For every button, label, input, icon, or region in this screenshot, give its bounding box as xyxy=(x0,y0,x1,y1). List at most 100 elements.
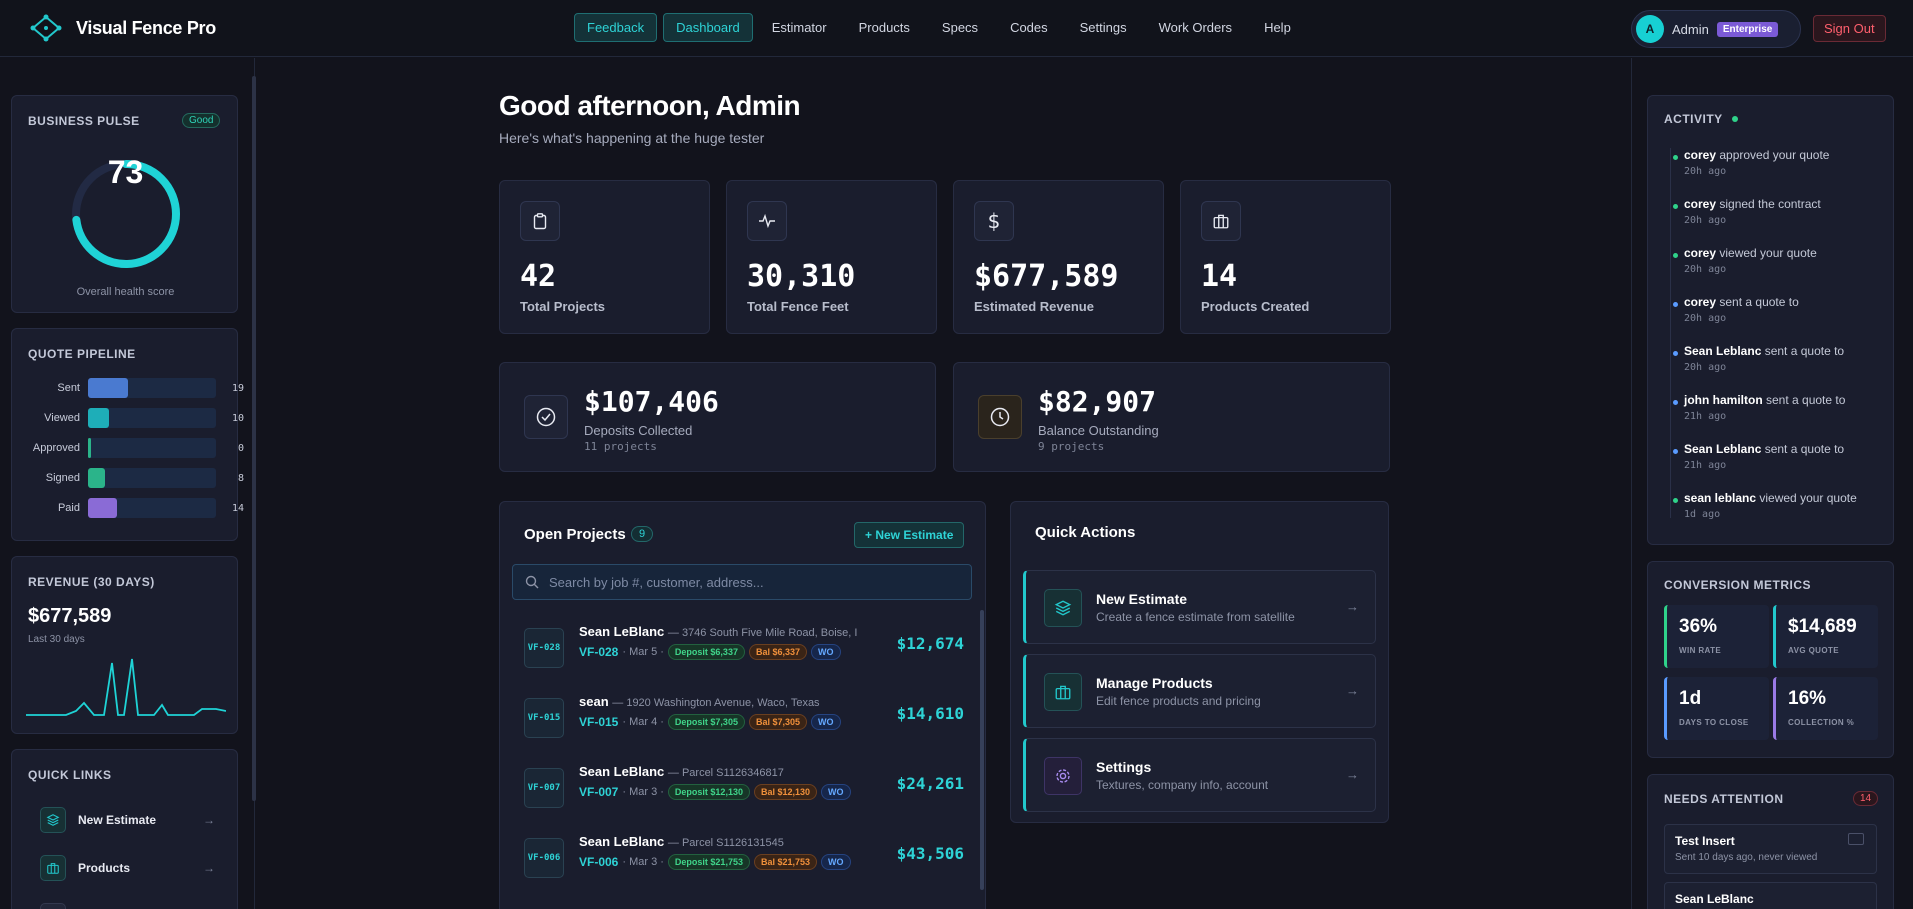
pipeline-row-paid: Paid 14 xyxy=(24,493,244,523)
project-row[interactable]: VF-015 sean — 1920 Washington Avenue, Wa… xyxy=(524,692,964,752)
pipeline-value: 0 xyxy=(237,442,244,454)
quick-action-manage-products[interactable]: Manage Products Edit fence products and … xyxy=(1023,654,1376,728)
briefcase-icon xyxy=(1201,201,1241,241)
attention-item[interactable]: Test Insert Sent 10 days ago, never view… xyxy=(1664,824,1877,874)
project-customer: sean — 1920 Washington Avenue, Waco, Tex… xyxy=(579,694,820,709)
metric-collection: 16% COLLECTION % xyxy=(1773,677,1878,740)
project-code[interactable]: VF-007 xyxy=(579,785,618,799)
pipeline-bar-track xyxy=(88,468,216,488)
quick-link-label: New Estimate xyxy=(78,813,157,827)
quick-link-products[interactable]: Products → xyxy=(12,844,239,892)
pipeline-value: 10 xyxy=(231,412,244,424)
arrow-right-icon: → xyxy=(1346,767,1359,782)
briefcase-icon xyxy=(40,855,66,881)
project-row[interactable]: VF-028 Sean LeBlanc — 3746 South Five Mi… xyxy=(524,622,964,682)
activity-actor: corey xyxy=(1684,197,1717,211)
project-code[interactable]: VF-015 xyxy=(579,715,618,729)
project-code[interactable]: VF-006 xyxy=(579,855,618,869)
activity-action: approved your quote xyxy=(1716,148,1830,162)
project-address: — 1920 Washington Avenue, Waco, Texas xyxy=(612,697,820,709)
customer-name: Sean LeBlanc xyxy=(579,764,665,779)
quick-links-list: New Estimate → Products → xyxy=(12,796,239,909)
arrow-right-icon: → xyxy=(203,813,215,827)
quick-link-new-estimate[interactable]: New Estimate → xyxy=(12,796,239,844)
copy-icon[interactable] xyxy=(1848,833,1864,845)
project-date: · Mar 5 · xyxy=(622,646,664,658)
pipeline-title: QUOTE PIPELINE xyxy=(28,347,136,361)
metric-label: COLLECTION % xyxy=(1788,718,1855,727)
stat-label: Estimated Revenue xyxy=(974,299,1094,314)
work-order-badge[interactable]: WO xyxy=(821,784,851,800)
nav-dashboard[interactable]: Dashboard xyxy=(663,13,753,42)
project-meta: VF-015 · Mar 4 · Deposit $7,305 Bal $7,3… xyxy=(579,714,841,730)
arrow-right-icon: → xyxy=(203,861,215,875)
activity-text: sean leblanc viewed your quote xyxy=(1684,491,1857,505)
left-scrollbar[interactable] xyxy=(252,76,256,801)
stat-products-created: 14 Products Created xyxy=(1180,180,1391,334)
main-nav: Feedback Dashboard Estimator Products Sp… xyxy=(574,13,1304,42)
business-pulse-title: BUSINESS PULSE xyxy=(28,114,140,128)
project-row[interactable]: VF-007 Sean LeBlanc — Parcel S1126346817… xyxy=(524,762,964,822)
projects-scrollbar[interactable] xyxy=(980,610,984,890)
activity-time: 20h ago xyxy=(1684,215,1727,226)
nav-specs[interactable]: Specs xyxy=(929,13,991,42)
stat-label: Products Created xyxy=(1201,299,1310,314)
nav-settings[interactable]: Settings xyxy=(1067,13,1140,42)
money-value: $107,406 xyxy=(584,385,719,418)
activity-action: viewed your quote xyxy=(1756,491,1857,505)
quick-link-label: Products xyxy=(78,861,131,875)
quick-action-new-estimate[interactable]: New Estimate Create a fence estimate fro… xyxy=(1023,570,1376,644)
project-search-input[interactable]: Search by job #, customer, address... xyxy=(512,564,972,600)
activity-actor: corey xyxy=(1684,295,1717,309)
attention-count-badge: 14 xyxy=(1853,791,1879,806)
work-order-badge[interactable]: WO xyxy=(811,644,841,660)
attention-name: Test Insert xyxy=(1675,834,1735,848)
activity-item: Sean Leblanc sent a quote to 20h ago xyxy=(1673,344,1844,373)
app-logo[interactable]: Visual Fence Pro xyxy=(28,14,216,42)
quick-action-desc: Edit fence products and pricing xyxy=(1096,694,1261,708)
pipeline-label: Paid xyxy=(57,502,80,514)
activity-time: 21h ago xyxy=(1684,460,1727,471)
balance-badge: Bal $7,305 xyxy=(748,714,807,730)
pipeline-row-signed: Signed 8 xyxy=(24,463,244,493)
nav-help[interactable]: Help xyxy=(1251,13,1304,42)
activity-actor: Sean Leblanc xyxy=(1684,442,1762,456)
status-badge: Good xyxy=(182,113,221,128)
pipeline-bar-track xyxy=(88,408,216,428)
project-amount: $43,506 xyxy=(896,844,964,863)
pipeline-label: Signed xyxy=(45,472,80,484)
page-subtitle: Here's what's happening at the huge test… xyxy=(499,130,765,146)
work-order-badge[interactable]: WO xyxy=(821,854,851,870)
metric-label: DAYS TO CLOSE xyxy=(1679,718,1749,727)
stat-label: Total Fence Feet xyxy=(747,299,849,314)
revenue-caption: Last 30 days xyxy=(28,634,85,645)
project-row[interactable]: VF-006 Sean LeBlanc — Parcel S1126131545… xyxy=(524,832,964,892)
deposit-badge: Deposit $12,130 xyxy=(667,784,750,800)
quick-action-settings[interactable]: Settings Textures, company info, account… xyxy=(1023,738,1376,812)
project-code[interactable]: VF-028 xyxy=(579,645,618,659)
pipeline-list: Sent 19 Viewed 10 Approved 0 Signed 8 Paid 14 xyxy=(24,373,244,523)
nav-products[interactable]: Products xyxy=(846,13,923,42)
activity-dot xyxy=(1673,204,1678,209)
metric-value: 36% xyxy=(1679,616,1718,637)
activity-dot xyxy=(1673,253,1678,258)
new-estimate-button[interactable]: + New Estimate xyxy=(854,522,965,548)
attention-item[interactable]: Sean LeBlanc xyxy=(1664,882,1877,909)
nav-work-orders[interactable]: Work Orders xyxy=(1146,13,1245,42)
money-sub: 11 projects xyxy=(584,440,657,453)
project-badge: VF-028 xyxy=(524,628,564,668)
nav-codes[interactable]: Codes xyxy=(997,13,1061,42)
user-menu[interactable]: A Admin Enterprise xyxy=(1631,10,1801,48)
activity-item: corey sent a quote to 20h ago xyxy=(1673,295,1799,324)
money-sub: 9 projects xyxy=(1038,440,1105,453)
health-score: 73 xyxy=(107,154,144,190)
work-order-badge[interactable]: WO xyxy=(811,714,841,730)
quick-link-partial[interactable] xyxy=(12,892,239,909)
activity-title: ACTIVITY xyxy=(1664,112,1723,126)
search-icon xyxy=(525,575,539,589)
nav-estimator[interactable]: Estimator xyxy=(759,13,840,42)
sign-out-button[interactable]: Sign Out xyxy=(1813,15,1886,42)
nav-feedback[interactable]: Feedback xyxy=(574,13,658,42)
customer-name: Sean LeBlanc xyxy=(579,834,665,849)
activity-actor: Sean Leblanc xyxy=(1684,344,1762,358)
